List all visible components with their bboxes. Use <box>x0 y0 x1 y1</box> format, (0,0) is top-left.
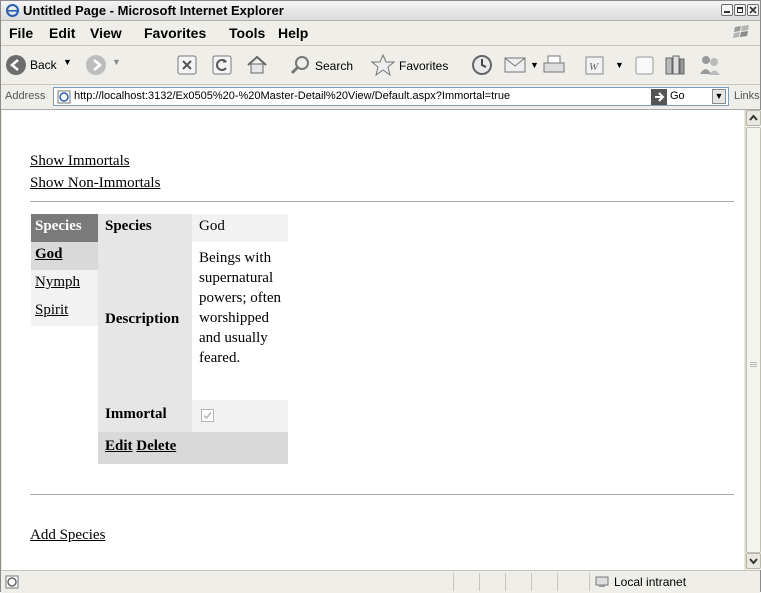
vertical-scrollbar[interactable] <box>745 110 761 570</box>
windows-flag-icon <box>733 25 749 38</box>
word-edit-icon[interactable]: W <box>585 56 605 76</box>
svg-text:W: W <box>589 61 599 73</box>
status-divider <box>531 573 532 591</box>
address-input[interactable]: http://localhost:3132/Ex0505%20-%20Maste… <box>53 87 729 106</box>
master-item-label[interactable]: Spirit <box>35 302 68 318</box>
status-divider <box>589 573 590 591</box>
address-url: http://localhost:3132/Ex0505%20-%20Maste… <box>74 90 511 102</box>
delete-link[interactable]: Delete <box>136 438 176 454</box>
status-divider <box>557 573 558 591</box>
stop-icon[interactable] <box>177 55 197 75</box>
immortal-checkbox <box>201 409 214 422</box>
favorites-button[interactable]: Favorites <box>371 54 466 78</box>
search-label: Search <box>315 59 354 73</box>
scroll-up-button[interactable] <box>746 110 761 126</box>
bottom-divider <box>30 494 734 495</box>
menu-bar: File Edit View Favorites Tools Help <box>1 21 760 46</box>
menu-edit[interactable]: Edit <box>49 25 75 41</box>
print-icon[interactable] <box>543 54 565 76</box>
forward-dropdown-icon[interactable]: ▼ <box>112 57 121 67</box>
menu-file[interactable]: File <box>9 25 33 41</box>
detail-immortal-value <box>192 400 288 432</box>
scroll-down-button[interactable] <box>746 553 761 569</box>
master-item-nymph[interactable]: Nymph <box>31 270 98 298</box>
master-item-spirit[interactable]: Spirit <box>31 298 98 326</box>
detail-command-row: Edit Delete <box>98 432 288 464</box>
maximize-button[interactable] <box>734 4 746 16</box>
menu-tools[interactable]: Tools <box>229 25 265 41</box>
back-button[interactable]: Back ▼ <box>5 54 85 78</box>
detail-view: Species God Description Beings with supe… <box>98 214 288 466</box>
menu-view[interactable]: View <box>90 25 122 41</box>
address-label: Address <box>5 90 46 102</box>
search-icon <box>290 56 309 75</box>
master-header: Species <box>31 214 98 242</box>
back-dropdown-icon[interactable]: ▼ <box>63 57 72 67</box>
back-label: Back <box>30 58 57 72</box>
links-button[interactable]: Links <box>734 90 760 102</box>
status-bar: Local intranet <box>1 570 760 593</box>
detail-species-label: Species <box>98 214 192 242</box>
mail-dropdown-icon[interactable]: ▼ <box>530 60 539 70</box>
forward-button[interactable]: ▼ <box>85 54 125 78</box>
forward-arrow-icon <box>86 55 106 75</box>
mail-icon[interactable] <box>504 54 530 76</box>
ie-logo-icon <box>6 4 19 17</box>
search-button[interactable]: Search <box>289 54 359 78</box>
top-divider <box>30 201 734 202</box>
favorites-label: Favorites <box>399 59 449 73</box>
intranet-zone-icon <box>595 576 609 587</box>
close-button[interactable] <box>747 4 759 16</box>
master-item-label[interactable]: Nymph <box>35 274 80 290</box>
discuss-icon[interactable] <box>635 56 655 76</box>
minimize-button[interactable] <box>721 4 733 16</box>
detail-description-label-cell: Description <box>98 242 192 400</box>
standard-toolbar: Back ▼ ▼ Search Favorites ▼ W ▼ <box>1 46 760 85</box>
go-button[interactable]: Go <box>670 90 685 102</box>
master-item-label[interactable]: God <box>35 246 63 262</box>
messenger-icon[interactable] <box>698 54 722 76</box>
status-divider <box>479 573 480 591</box>
go-arrow-icon[interactable] <box>651 89 667 105</box>
window-title: Untitled Page - Microsoft Internet Explo… <box>23 3 284 18</box>
back-arrow-icon <box>6 55 26 75</box>
address-bar: Address http://localhost:3132/Ex0505%20-… <box>1 85 760 110</box>
zone-label: Local intranet <box>614 575 687 589</box>
page-content: Show Immortals Show Non-Immortals Specie… <box>2 110 744 570</box>
research-icon[interactable] <box>664 54 686 76</box>
history-icon[interactable] <box>471 54 493 76</box>
edit-dropdown-icon[interactable]: ▼ <box>615 60 624 70</box>
home-icon[interactable] <box>246 55 268 75</box>
add-species-link[interactable]: Add Species <box>30 527 105 544</box>
show-non-immortals-link[interactable]: Show Non-Immortals <box>30 175 160 192</box>
title-bar: Untitled Page - Microsoft Internet Explo… <box>1 1 760 21</box>
status-divider <box>453 573 454 591</box>
detail-immortal-label: Immortal <box>98 400 192 432</box>
menu-help[interactable]: Help <box>278 25 308 41</box>
menu-favorites[interactable]: Favorites <box>144 25 206 41</box>
status-page-icon <box>5 575 19 589</box>
detail-species-value: God <box>192 214 288 242</box>
detail-description-label: Description <box>105 311 180 327</box>
master-item-god[interactable]: God <box>31 242 98 270</box>
address-dropdown-icon[interactable]: ▼ <box>712 89 726 104</box>
edit-link[interactable]: Edit <box>105 438 133 454</box>
status-divider <box>505 573 506 591</box>
page-icon <box>57 90 71 104</box>
browser-window: Untitled Page - Microsoft Internet Explo… <box>0 0 761 593</box>
master-grid: Species God Nymph Spirit <box>31 214 98 326</box>
scroll-thumb[interactable] <box>746 127 761 553</box>
detail-description-value: Beings with supernatural powers; often w… <box>192 242 288 400</box>
show-immortals-link[interactable]: Show Immortals <box>30 153 130 170</box>
favorites-star-icon <box>371 54 395 76</box>
refresh-icon[interactable] <box>212 55 232 75</box>
